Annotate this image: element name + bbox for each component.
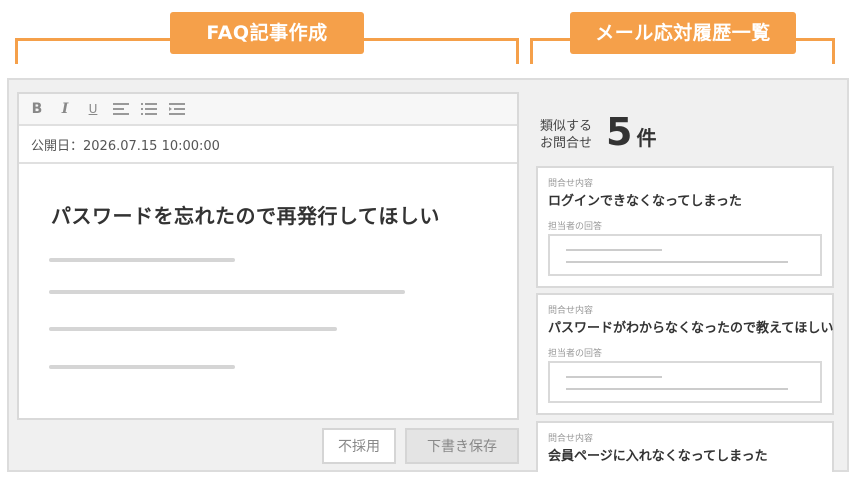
bold-button[interactable]: B <box>29 100 45 118</box>
question-label: 問合せ内容 <box>548 434 594 444</box>
indent-button[interactable] <box>169 100 185 118</box>
inquiry-card[interactable]: 問合せ内容 ログインできなくなってしまった 担当者の回答 <box>536 166 834 288</box>
answer-box <box>548 361 822 403</box>
mail-history-title-label: メール応対履歴一覧 <box>570 12 796 54</box>
list-icon <box>141 103 157 115</box>
answer-placeholder-line <box>566 376 662 378</box>
align-left-button[interactable] <box>113 100 129 118</box>
answer-label: 担当者の回答 <box>548 222 603 232</box>
editor-toolbar: B I U <box>19 94 517 126</box>
placeholder-text-line <box>49 258 235 262</box>
question-label: 問合せ内容 <box>548 306 594 316</box>
reject-button[interactable]: 不採用 <box>322 428 396 464</box>
inquiry-card[interactable]: 問合せ内容 会員ページに入れなくなってしまった <box>536 421 834 472</box>
similar-inquiries-label: 類似する お問合せ <box>540 119 593 151</box>
answer-placeholder-line <box>566 261 788 263</box>
indent-icon <box>169 103 185 115</box>
underline-button[interactable]: U <box>85 100 101 118</box>
answer-placeholder-line <box>566 249 662 251</box>
question-text: ログインできなくなってしまった <box>548 194 742 209</box>
answer-box <box>548 234 822 276</box>
faq-editor[interactable]: B I U 公開日：2026.07.15 10:00:00 パスワードを忘れたの… <box>17 92 519 420</box>
placeholder-text-line <box>49 365 235 369</box>
align-left-icon <box>113 103 129 115</box>
answer-label: 担当者の回答 <box>548 349 603 359</box>
underline-icon: U <box>88 102 98 116</box>
inquiry-card[interactable]: 問合せ内容 パスワードがわからなくなったので教えてほしい 担当者の回答 <box>536 293 834 415</box>
placeholder-text-line <box>49 327 337 331</box>
faq-article-title-label: FAQ記事作成 <box>170 12 364 54</box>
italic-icon: I <box>61 101 69 117</box>
answer-placeholder-line <box>566 388 788 390</box>
question-text: パスワードがわからなくなったので教えてほしい <box>548 321 834 336</box>
publish-date[interactable]: 公開日：2026.07.15 10:00:00 <box>19 126 517 164</box>
bold-icon: B <box>31 101 43 117</box>
question-text: 会員ページに入れなくなってしまった <box>548 449 768 464</box>
question-label: 問合せ内容 <box>548 179 594 189</box>
similar-count-unit: 件 <box>636 126 657 150</box>
placeholder-text-line <box>49 290 405 294</box>
similar-inquiries-count: 類似する お問合せ 5 件 <box>540 112 656 152</box>
similar-count-number: 5 <box>606 110 633 154</box>
article-title[interactable]: パスワードを忘れたので再発行してほしい <box>51 200 440 229</box>
save-draft-button[interactable]: 下書き保存 <box>405 428 519 464</box>
italic-button[interactable]: I <box>57 100 73 118</box>
list-button[interactable] <box>141 100 157 118</box>
